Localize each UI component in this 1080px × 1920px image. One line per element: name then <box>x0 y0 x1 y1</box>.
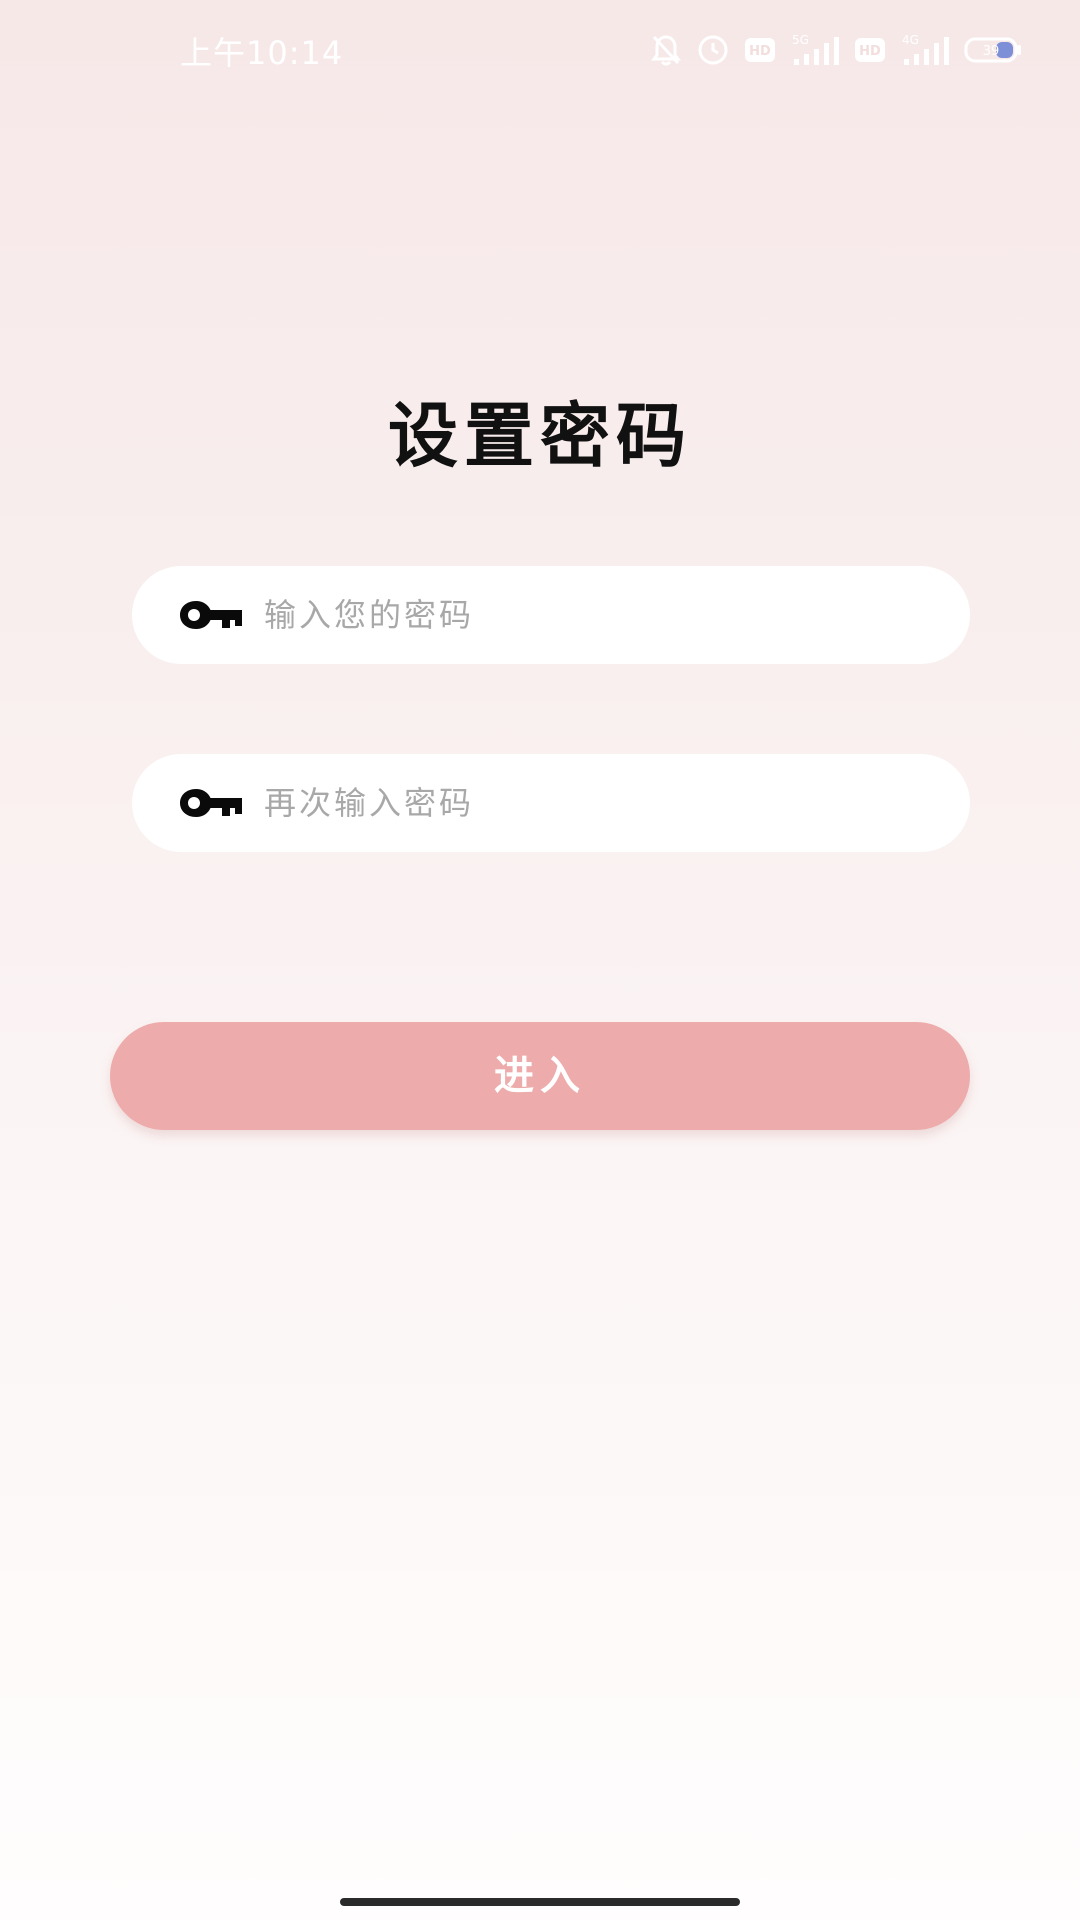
key-icon <box>180 601 242 629</box>
hd-label: HD <box>859 44 881 59</box>
status-icons: HD 5G HD 4G 39 <box>636 30 1022 70</box>
status-time: 上午10:14 <box>180 34 344 72</box>
hd-icon: HD <box>854 37 886 63</box>
network-label: 5G <box>792 33 809 47</box>
battery-level: 39 <box>983 44 1000 59</box>
signal-icon: 5G <box>790 33 840 67</box>
status-bar: 上午10:14 HD 5G HD 4G 39 <box>0 0 1080 100</box>
signal-icon: 4G <box>900 33 950 67</box>
bell-off-icon <box>650 33 682 67</box>
key-icon <box>180 789 242 817</box>
home-indicator[interactable] <box>340 1898 740 1906</box>
page-title: 设置密码 <box>388 395 692 477</box>
password-input[interactable] <box>264 566 924 664</box>
hd-label: HD <box>749 44 771 59</box>
enter-button[interactable]: 进入 <box>110 1022 970 1130</box>
battery-icon: 39 <box>964 37 1022 63</box>
password-field[interactable] <box>132 566 970 664</box>
confirm-password-field[interactable] <box>132 754 970 852</box>
hd-icon: HD <box>744 37 776 63</box>
network-label: 4G <box>902 33 919 47</box>
alarm-icon <box>696 33 730 67</box>
confirm-password-input[interactable] <box>264 754 924 852</box>
